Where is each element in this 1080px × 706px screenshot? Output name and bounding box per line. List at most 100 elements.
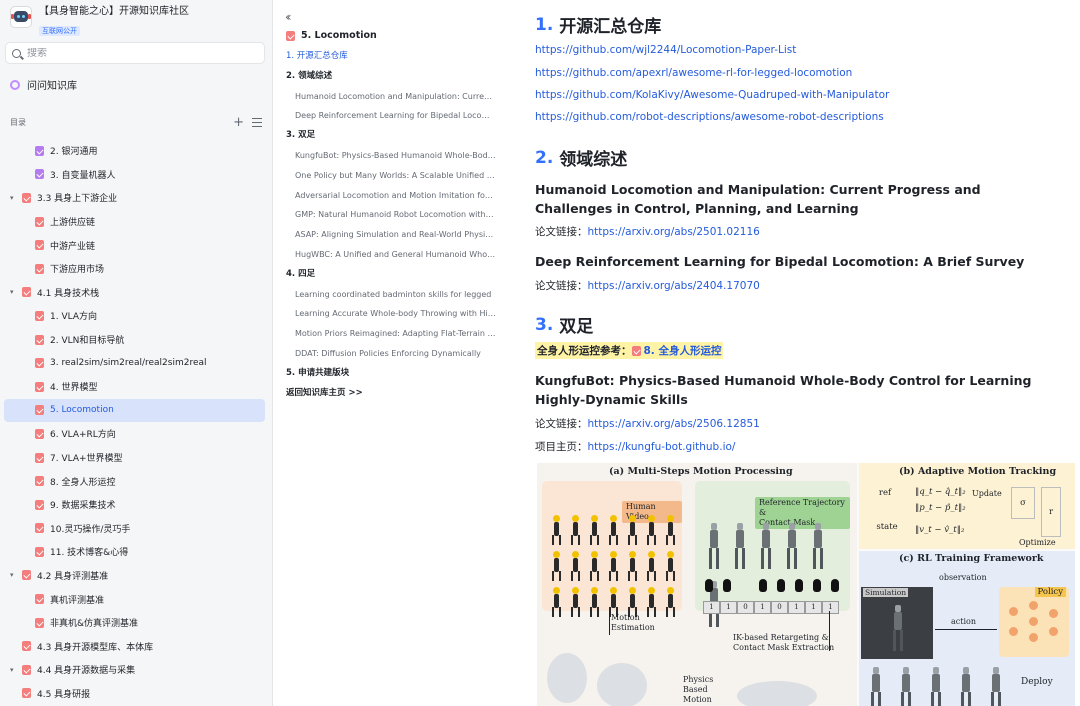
tree-item[interactable]: 4.5 具身研报 [0, 682, 272, 706]
toc-header: 目录 + [10, 116, 262, 129]
outline-item[interactable]: 1. 开源汇总仓库 [286, 47, 496, 67]
paper-link-1[interactable]: https://arxiv.org/abs/2501.02116 [588, 226, 760, 238]
outline-item[interactable]: 返回知识库主页 >> [286, 384, 496, 404]
tree-item[interactable]: 3. real2sim/sim2real/real2sim2real [0, 351, 272, 375]
tree-item[interactable]: ▾ 4.4 具身开源数据与采集 [0, 658, 272, 682]
project-link[interactable]: https://kungfu-bot.github.io/ [588, 441, 736, 453]
tree-item[interactable]: 8. 全身人形运控 [0, 469, 272, 493]
doc-icon [35, 334, 44, 345]
tree-item[interactable]: 4.3 具身开源模型库、本体库 [0, 634, 272, 658]
outline-item[interactable]: Learning Accurate Whole-body Throwing wi… [286, 304, 496, 324]
tree-item-label: 4.3 具身开源模型库、本体库 [37, 642, 154, 653]
outline-item[interactable]: 5. 申请共建版块 [286, 364, 496, 384]
search-input[interactable] [27, 47, 247, 59]
tree-item[interactable]: ▾ 4.1 具身技术栈 [0, 281, 272, 305]
tree-item[interactable]: 非真机&仿真评测基准 [0, 611, 272, 635]
tree-item-label: 中游产业链 [50, 241, 96, 252]
motion-estimation-note: Motion Estimation [611, 613, 655, 633]
tree-item[interactable]: 下游应用市场 [0, 257, 272, 281]
tree-item[interactable]: 9. 数据采集技术 [0, 493, 272, 517]
motion-est-line: Estimation [611, 623, 655, 632]
tree-item[interactable]: 2. 银河通用 [0, 139, 272, 163]
repo-link-1[interactable]: https://github.com/wjl2244/Locomotion-Pa… [535, 44, 796, 56]
human-figure [645, 551, 658, 581]
deploy-label: Deploy [1021, 677, 1053, 687]
tree-item[interactable]: 中游产业链 [0, 233, 272, 257]
doc-icon [35, 452, 44, 463]
outline-item[interactable]: Adversarial Locomotion and Motion Imitat… [286, 186, 496, 206]
tree-item[interactable]: 上游供应链 [0, 210, 272, 234]
repo-link-2[interactable]: https://github.com/apexrl/awesome-rl-for… [535, 67, 852, 79]
tree-item-label: 下游应用市场 [50, 265, 105, 276]
tree-item[interactable]: ▾ 4.2 具身评测基准 [0, 564, 272, 588]
outline-item[interactable]: Deep Reinforcement Learning for Bipedal … [286, 106, 496, 126]
search-box[interactable] [5, 42, 265, 64]
caret-down-icon[interactable]: ▾ [10, 666, 14, 674]
outline-item[interactable]: HugWBC: A Unified and General Humanoid W… [286, 245, 496, 265]
nn-node [1049, 627, 1058, 636]
left-sidebar: 【具身智能之心】开源知识库社区 互联网公开 问问知识库 目录 + 2. 银河通用… [0, 0, 273, 706]
outline-doc-title[interactable]: 5. Locomotion [286, 30, 377, 41]
section-heading-2: 2. 领域综述 [535, 145, 627, 171]
outline-item[interactable]: 2. 领域综述 [286, 67, 496, 87]
caret-down-icon[interactable]: ▾ [10, 571, 14, 579]
collapse-double-chevron-icon[interactable]: ‹‹ [285, 10, 291, 24]
outline-item[interactable]: One Policy but Many Worlds: A Scalable U… [286, 166, 496, 186]
paper-link-line-2: 论文链接：https://arxiv.org/abs/2404.17070 [535, 278, 760, 293]
human-figure [569, 587, 582, 617]
outline-item[interactable]: KungfuBot: Physics-Based Humanoid Whole-… [286, 146, 496, 166]
outline-item[interactable]: GMP: Natural Humanoid Robot Locomotion w… [286, 205, 496, 225]
ask-kb-button[interactable]: 问问知识库 [10, 77, 77, 92]
outline-item[interactable]: Humanoid Locomotion and Manipulation: Cu… [286, 87, 496, 107]
tree-item-label: 7. VLA+世界模型 [50, 454, 123, 465]
error-term-p: ‖p_t − p̂_t‖₂ [915, 503, 966, 513]
outline-item[interactable]: 3. 双足 [286, 126, 496, 146]
action-label: action [951, 617, 976, 626]
repo-link-4[interactable]: https://github.com/robot-descriptions/aw… [535, 111, 884, 123]
tree-item[interactable]: ▾ 3.3 具身上下游企业 [0, 186, 272, 210]
robot-figure [891, 605, 905, 651]
outline-list-icon[interactable] [252, 118, 262, 128]
tree-item[interactable]: 7. VLA+世界模型 [0, 446, 272, 470]
tree-item[interactable]: 真机评测基准 [0, 587, 272, 611]
paper-link-3[interactable]: https://arxiv.org/abs/2506.12851 [588, 418, 760, 430]
kb-header[interactable]: 【具身智能之心】开源知识库社区 互联网公开 [10, 6, 189, 36]
doc-content: 1. 开源汇总仓库 https://github.com/wjl2244/Loc… [500, 0, 1080, 706]
tree-item-label: 3. 自变量机器人 [50, 170, 116, 181]
doc-mention-link[interactable]: 8. 全身人形运控 [631, 343, 721, 358]
doc-icon [35, 617, 44, 628]
outline-item[interactable]: 4. 四足 [286, 265, 496, 285]
tree-item[interactable]: 3. 自变量机器人 [0, 163, 272, 187]
doc-icon [35, 546, 44, 557]
tree-item[interactable]: 10.灵巧操作/灵巧手 [0, 517, 272, 541]
tree-item[interactable]: 4. 世界模型 [0, 375, 272, 399]
ref-traj-text: Reference Trajectory & [759, 498, 845, 517]
tree-item[interactable]: 5. Locomotion [4, 398, 265, 423]
tree-item[interactable]: 2. VLN和目标导航 [0, 328, 272, 352]
tree-item[interactable]: 1. VLA方向 [0, 304, 272, 328]
motion-est-line: Motion [611, 613, 640, 622]
robot-figure [989, 667, 1003, 706]
outline-item[interactable]: Motion Priors Reimagined: Adapting Flat-… [286, 324, 496, 344]
caret-down-icon[interactable]: ▾ [10, 288, 14, 296]
paper-link-2[interactable]: https://arxiv.org/abs/2404.17070 [588, 280, 760, 292]
outline-item[interactable]: Learning coordinated badminton skills fo… [286, 285, 496, 305]
tree-item[interactable]: 11. 技术博客&心得 [0, 540, 272, 564]
doc-icon [631, 345, 641, 356]
doc-icon [35, 263, 44, 274]
doc-icon [35, 476, 44, 487]
tree-item-label: 2. VLN和目标导航 [50, 336, 125, 347]
caret-down-icon[interactable]: ▾ [10, 194, 14, 202]
repo-link-3[interactable]: https://github.com/KolaKivy/Awesome-Quad… [535, 89, 889, 101]
outline-item[interactable]: ASAP: Aligning Simulation and Real-World… [286, 225, 496, 245]
human-figure [626, 551, 639, 581]
doc-icon [22, 570, 31, 581]
tree-item[interactable]: 6. VLA+RL方向 [0, 422, 272, 446]
footprints [705, 579, 839, 592]
outline-item[interactable]: DDAT: Diffusion Policies Enforcing Dynam… [286, 344, 496, 364]
footprint-icon [831, 579, 839, 592]
section-number: 1. [535, 14, 554, 35]
error-term-v: ‖v_t − v̂_t‖₂ [915, 525, 965, 535]
tree-item-label: 8. 全身人形运控 [50, 477, 116, 488]
add-icon[interactable]: + [233, 116, 244, 129]
